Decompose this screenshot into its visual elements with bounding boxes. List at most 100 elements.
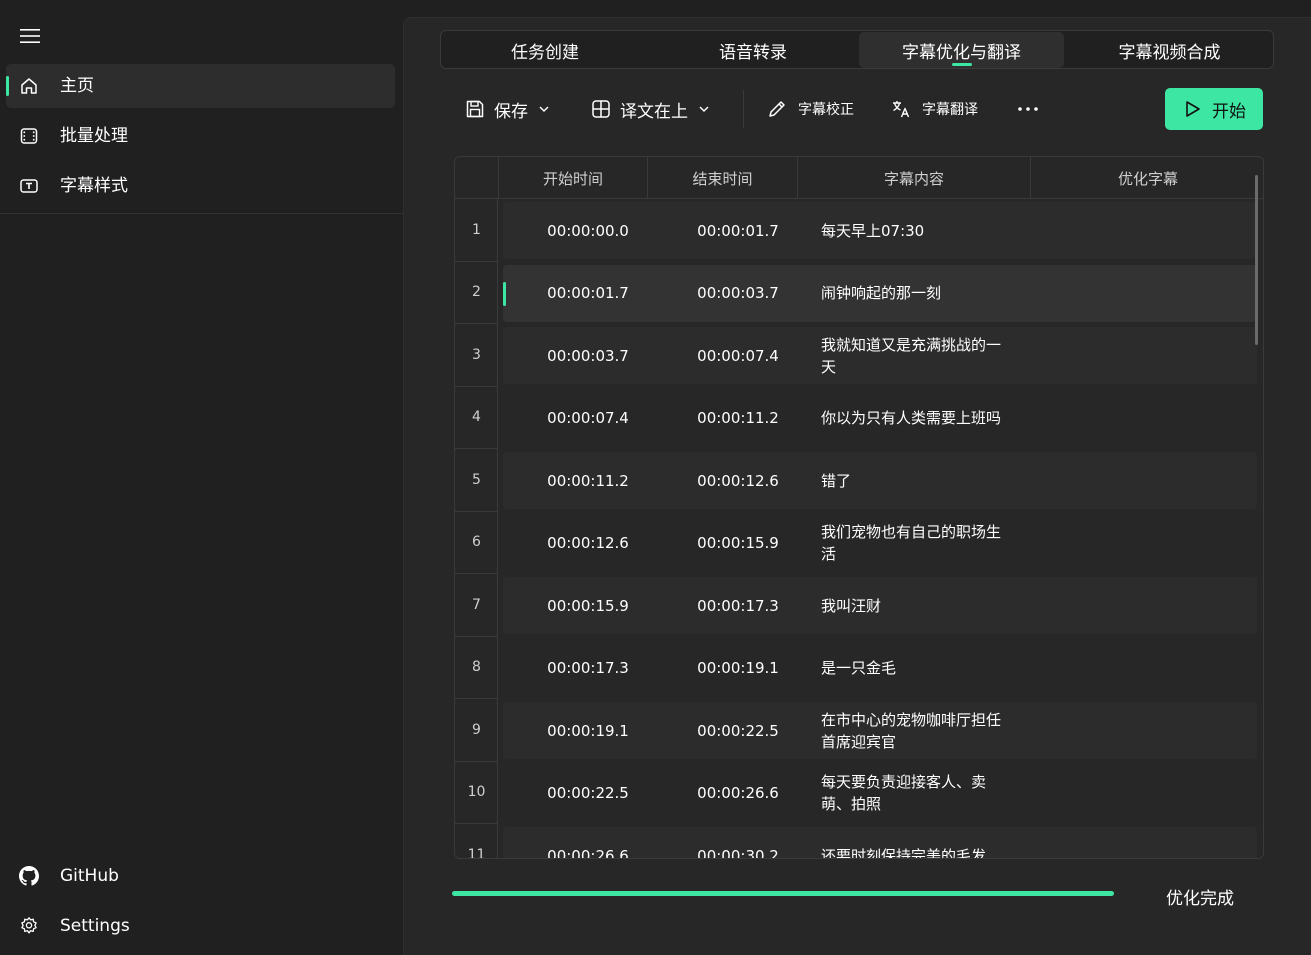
tab-label: 字幕视频合成 (1118, 42, 1221, 63)
table-row[interactable]: 00:00:12.6 00:00:15.9 我们宠物也有自己的职场生活 (503, 515, 1257, 572)
table-row[interactable]: 00:00:00.0 00:00:01.7 每天早上07:30 (503, 202, 1257, 259)
end-time-cell[interactable]: 00:00:01.7 (663, 202, 813, 259)
sidebar-divider (0, 213, 403, 214)
end-time-cell[interactable]: 00:00:07.4 (663, 327, 813, 384)
subtitle-text-cell[interactable]: 错了 (821, 452, 1011, 509)
end-time-cell[interactable]: 00:00:17.3 (663, 577, 813, 634)
end-time-cell[interactable]: 00:00:12.6 (663, 452, 813, 509)
sidebar-item-batch[interactable]: 批量处理 (6, 114, 395, 158)
progress-fill (452, 891, 1114, 896)
optimized-subtitle-cell[interactable] (1051, 390, 1241, 447)
end-time-cell[interactable]: 00:00:30.2 (663, 827, 813, 859)
table-row[interactable]: 00:00:17.3 00:00:19.1 是一只金毛 (503, 640, 1257, 697)
sidebar-item-subtitle-style[interactable]: 字幕样式 (6, 164, 395, 208)
optimized-subtitle-cell[interactable] (1051, 702, 1241, 759)
chevron-down-icon (699, 106, 709, 113)
home-icon (18, 75, 40, 97)
start-time-cell[interactable]: 00:00:01.7 (513, 265, 663, 322)
layout-dropdown-label: 译文在上 (620, 101, 688, 122)
tab-video-synthesis[interactable]: 字幕视频合成 (1066, 32, 1273, 68)
optimized-subtitle-cell[interactable] (1051, 452, 1241, 509)
optimized-subtitle-cell[interactable] (1051, 765, 1241, 822)
toolbar-divider (743, 90, 744, 128)
end-time-cell[interactable]: 00:00:11.2 (663, 390, 813, 447)
row-number: 5 (455, 449, 498, 512)
save-button[interactable]: 保存 (464, 88, 550, 130)
optimized-subtitle-cell[interactable] (1051, 827, 1241, 858)
table-header: 开始时间 结束时间 字幕内容 优化字幕 (455, 157, 1263, 199)
table-row[interactable]: 00:00:26.6 00:00:30.2 还要时刻保持完美的毛发 (503, 827, 1257, 859)
subtitle-text-cell[interactable]: 闹钟响起的那一刻 (821, 265, 1011, 322)
translate-button-label: 字幕翻译 (922, 102, 978, 118)
row-number: 6 (455, 512, 498, 574)
tab-task-create[interactable]: 任务创建 (441, 32, 649, 68)
sidebar-item-github[interactable]: GitHub (6, 854, 395, 898)
subtitle-text-cell[interactable]: 是一只金毛 (821, 640, 1011, 697)
subtitle-text-cell[interactable]: 我叫汪财 (821, 577, 1011, 634)
chevron-down-icon (539, 106, 549, 113)
start-time-cell[interactable]: 00:00:19.1 (513, 702, 663, 759)
subtitle-text-cell[interactable]: 我就知道又是充满挑战的一天 (821, 327, 1011, 384)
row-number: 7 (455, 574, 498, 637)
sidebar-item-settings[interactable]: Settings (6, 904, 395, 948)
table-row[interactable]: 00:00:22.5 00:00:26.6 每天要负责迎接客人、卖萌、拍照 (503, 765, 1257, 822)
optimized-subtitle-cell[interactable] (1051, 202, 1241, 259)
start-time-cell[interactable]: 00:00:22.5 (513, 765, 663, 822)
table-row[interactable]: 00:00:11.2 00:00:12.6 错了 (503, 452, 1257, 509)
layout-dropdown-button[interactable]: 译文在上 (590, 88, 710, 130)
proofread-button[interactable]: 字幕校正 (766, 88, 854, 130)
start-time-cell[interactable]: 00:00:26.6 (513, 827, 663, 859)
subtitle-text-cell[interactable]: 在市中心的宠物咖啡厅担任首席迎宾官 (821, 702, 1011, 759)
hamburger-icon (20, 29, 40, 43)
optimized-subtitle-cell[interactable] (1051, 327, 1241, 384)
end-time-cell[interactable]: 00:00:15.9 (663, 515, 813, 572)
start-time-cell[interactable]: 00:00:17.3 (513, 640, 663, 697)
column-header-end[interactable]: 结束时间 (647, 157, 797, 199)
end-time-cell[interactable]: 00:00:19.1 (663, 640, 813, 697)
tab-transcription[interactable]: 语音转录 (649, 32, 857, 68)
sidebar-item-label: Settings (60, 916, 130, 936)
start-time-cell[interactable]: 00:00:00.0 (513, 202, 663, 259)
start-button-label: 开始 (1212, 101, 1246, 122)
end-time-cell[interactable]: 00:00:22.5 (663, 702, 813, 759)
start-time-cell[interactable]: 00:00:15.9 (513, 577, 663, 634)
subtitle-text-cell[interactable]: 每天早上07:30 (821, 202, 1011, 259)
github-icon (18, 865, 40, 887)
table-row[interactable]: 00:00:19.1 00:00:22.5 在市中心的宠物咖啡厅担任首席迎宾官 (503, 702, 1257, 759)
end-time-cell[interactable]: 00:00:03.7 (663, 265, 813, 322)
optimized-subtitle-cell[interactable] (1051, 265, 1241, 322)
pencil-icon (769, 101, 785, 117)
menu-toggle-button[interactable] (14, 20, 46, 52)
column-header-optimized[interactable]: 优化字幕 (1030, 157, 1263, 199)
subtitle-text-cell[interactable]: 还要时刻保持完美的毛发 (821, 827, 1011, 859)
column-header-text[interactable]: 字幕内容 (797, 157, 1030, 199)
column-header-start[interactable]: 开始时间 (498, 157, 647, 199)
translate-button[interactable]: 字幕翻译 (890, 88, 978, 130)
row-number-column: 1 2 3 4 5 6 7 8 9 10 11 (455, 199, 498, 858)
table-row[interactable]: 00:00:01.7 00:00:03.7 闹钟响起的那一刻 (503, 264, 1257, 322)
optimized-subtitle-cell[interactable] (1051, 640, 1241, 697)
tab-optimize-translate[interactable]: 字幕优化与翻译 (859, 32, 1064, 68)
optimized-subtitle-cell[interactable] (1051, 515, 1241, 572)
sidebar-item-home[interactable]: 主页 (6, 64, 395, 108)
start-time-cell[interactable]: 00:00:11.2 (513, 452, 663, 509)
subtitle-text-cell[interactable]: 你以为只有人类需要上班吗 (821, 390, 1011, 447)
end-time-cell[interactable]: 00:00:26.6 (663, 765, 813, 822)
table-row[interactable]: 00:00:07.4 00:00:11.2 你以为只有人类需要上班吗 (503, 390, 1257, 447)
optimized-subtitle-cell[interactable] (1051, 577, 1241, 634)
start-button[interactable]: 开始 (1165, 88, 1263, 130)
start-time-cell[interactable]: 00:00:03.7 (513, 327, 663, 384)
subtitle-text-cell[interactable]: 每天要负责迎接客人、卖萌、拍照 (821, 765, 1011, 822)
start-time-cell[interactable]: 00:00:07.4 (513, 390, 663, 447)
table-row[interactable]: 00:00:15.9 00:00:17.3 我叫汪财 (503, 577, 1257, 634)
row-number: 8 (455, 637, 498, 699)
sidebar-item-label: 主页 (60, 76, 94, 96)
more-options-button[interactable] (1016, 88, 1040, 130)
sidebar-item-label: 批量处理 (60, 126, 128, 146)
tab-label: 语音转录 (719, 42, 787, 63)
start-time-cell[interactable]: 00:00:12.6 (513, 515, 663, 572)
selected-row-indicator (503, 281, 506, 306)
subtitle-text-cell[interactable]: 我们宠物也有自己的职场生活 (821, 515, 1011, 572)
vertical-scrollbar[interactable] (1255, 175, 1258, 345)
table-row[interactable]: 00:00:03.7 00:00:07.4 我就知道又是充满挑战的一天 (503, 327, 1257, 384)
